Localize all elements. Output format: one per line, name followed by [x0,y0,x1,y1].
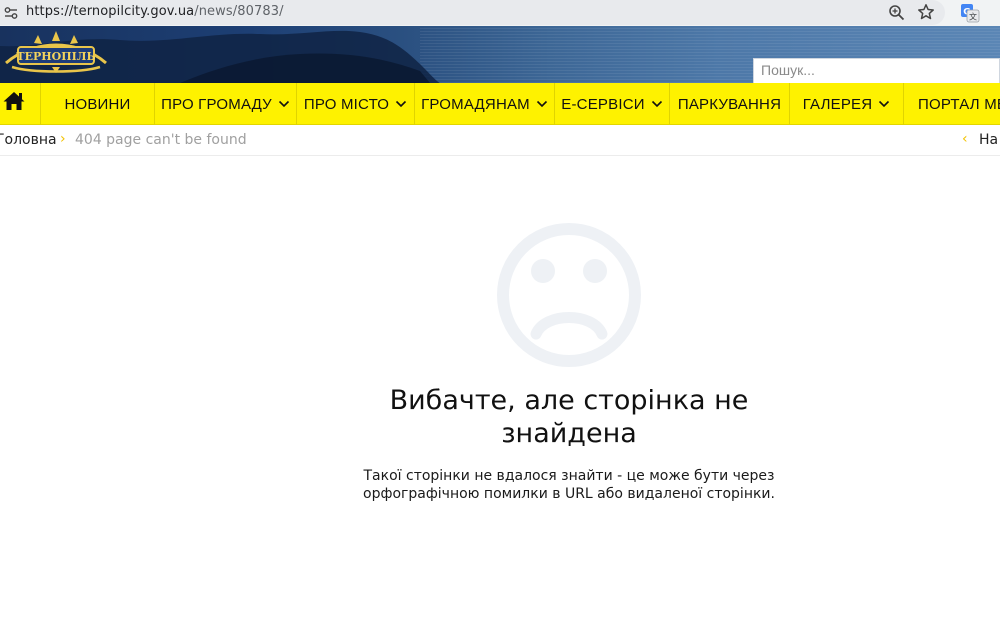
translate-icon[interactable]: G 文 [960,3,980,23]
chevron-down-icon [536,100,547,108]
nav-item-label: ПАРКУВАННЯ [677,95,782,113]
nav-item-label: Е-СЕРВІСИ [561,95,645,113]
url-host: https://ternopilcity.gov.ua [26,4,195,19]
url-text[interactable]: https://ternopilcity.gov.ua/news/80783/ [26,4,284,19]
breadcrumb-current: 404 page can't be found [75,132,247,148]
nav-item-label: ГРОМАДЯНАМ [421,95,530,113]
svg-text:文: 文 [969,12,977,22]
logo-text: ТЕРНОПІЛЬ [16,50,95,63]
zoom-icon[interactable] [888,4,905,21]
search-input[interactable]: Пошук... [753,58,1000,83]
breadcrumb: Головна › 404 page can't be found ‹ На [0,125,1000,156]
nav-home-button[interactable] [0,83,41,125]
nav-item-label: ГАЛЕРЕЯ [802,95,873,113]
url-path: /news/80783/ [194,4,284,19]
header-banner: ТЕРНОПІЛЬ Пошук... [0,26,1000,83]
nav-item-e-services[interactable]: Е-СЕРВІСИ [555,83,670,125]
page-title: Вибачте, але сторінка не знайдена [389,385,749,449]
breadcrumb-back-link[interactable]: На [979,132,998,148]
nav-item-label: НОВИНИ [64,95,131,113]
error-message: Такої сторінки не вдалося знайти - це мо… [363,468,775,502]
nav-item-news[interactable]: НОВИНИ [41,83,155,125]
nav-item-parking[interactable]: ПАРКУВАННЯ [670,83,790,125]
chevron-down-icon [651,100,662,108]
breadcrumb-home-link[interactable]: Головна [0,132,57,148]
home-icon [3,92,25,110]
nav-item-portal[interactable]: ПОРТАЛ МЕ [904,83,1000,125]
chevron-left-icon: ‹ [962,131,968,147]
browser-toolbar: https://ternopilcity.gov.ua/news/80783/ … [0,0,1000,26]
nav-item-label: ПРО МІСТО [303,95,390,113]
chevron-down-icon [278,100,289,108]
bookmark-star-icon[interactable] [917,3,935,21]
nav-item-label: ПРО ГРОМАДУ [161,95,272,113]
nav-item-gallery[interactable]: ГАЛЕРЕЯ [790,83,904,125]
ternopil-logo[interactable]: ТЕРНОПІЛЬ [2,29,110,75]
chevron-down-icon [879,100,890,108]
chevron-down-icon [396,100,407,108]
nav-item-citizens[interactable]: ГРОМАДЯНАМ [415,83,555,125]
nav-item-label: ПОРТАЛ МЕ [918,95,1000,113]
nav-item-about-city[interactable]: ПРО МІСТО [297,83,415,125]
site-info-icon[interactable] [3,5,19,21]
nav-item-about-community[interactable]: ПРО ГРОМАДУ [155,83,297,125]
main-navigation: НОВИНИ ПРО ГРОМАДУ ПРО МІСТО ГРОМАДЯНАМ … [0,83,1000,125]
chevron-right-icon: › [60,131,66,147]
address-bar[interactable]: https://ternopilcity.gov.ua/news/80783/ [0,0,945,25]
sad-face-icon [497,223,641,367]
